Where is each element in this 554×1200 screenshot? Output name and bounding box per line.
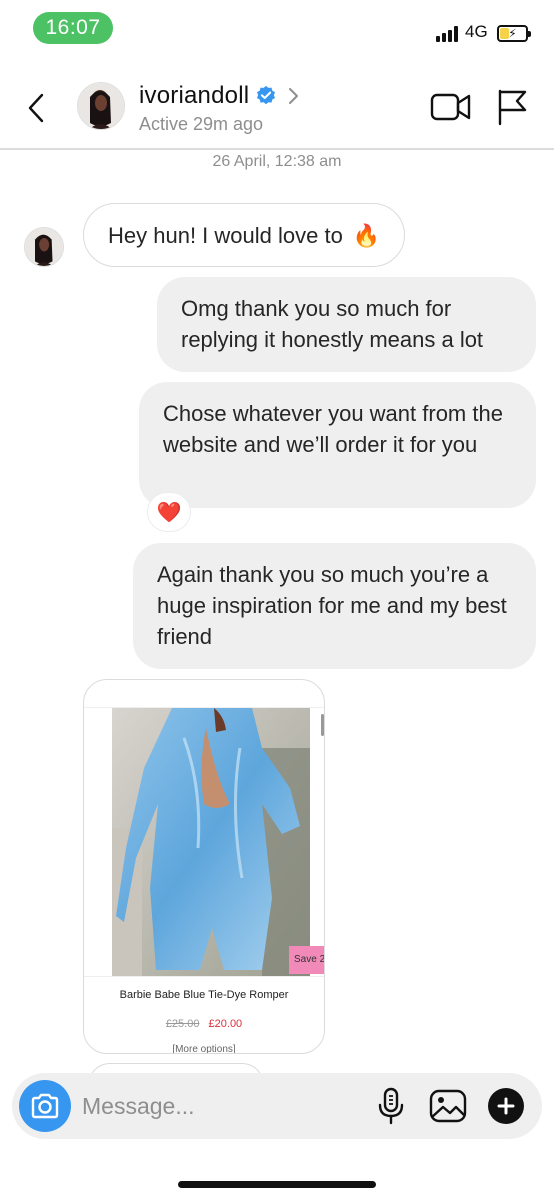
back-button[interactable] (16, 88, 56, 128)
message-composer (12, 1073, 542, 1139)
charging-bolt-icon: ⚡ (508, 25, 517, 40)
price-row: £25.00 £20.00 (84, 1018, 324, 1030)
gallery-icon (429, 1089, 467, 1123)
status-bar: 16:07 4G ⚡ (0, 0, 554, 60)
chevron-right-icon (289, 88, 299, 104)
chat-header: ivoriandoll Active 29m ago (0, 60, 554, 150)
profile-avatar[interactable] (77, 82, 125, 130)
report-button[interactable] (495, 88, 529, 126)
fire-emoji-icon: 🔥 (352, 222, 381, 248)
verified-badge-icon (257, 85, 276, 105)
message-bubble-sent[interactable]: Omg thank you so much for replying it ho… (157, 277, 536, 372)
more-actions-button[interactable] (488, 1088, 524, 1124)
message-bubble-received[interactable]: Hey hun! I would love to 🔥 (83, 203, 406, 267)
network-type: 4G (465, 22, 488, 41)
message-input[interactable] (82, 1090, 362, 1122)
status-time: 16:07 (33, 12, 113, 44)
cellular-signal-icon (436, 26, 460, 42)
home-indicator[interactable] (178, 1181, 376, 1188)
message-text: Again thank you so much you’re a huge in… (157, 562, 507, 649)
message-bubble-sent[interactable]: Again thank you so much you’re a huge in… (133, 543, 536, 669)
chevron-left-icon (28, 93, 44, 123)
sale-price: £20.00 (208, 1018, 243, 1030)
product-image[interactable] (112, 708, 310, 976)
card-divider (84, 976, 324, 977)
report-flag-icon (498, 89, 527, 126)
battery-icon: ⚡ (497, 25, 531, 42)
message-text: Chose whatever you want from the website… (163, 401, 503, 457)
original-price: £25.00 (165, 1018, 200, 1030)
plus-icon (497, 1097, 515, 1115)
voice-message-button[interactable] (376, 1087, 406, 1125)
active-status: Active 29m ago (139, 114, 264, 134)
video-call-button[interactable] (430, 90, 472, 124)
chat-timestamp: 26 April, 12:38 am (212, 153, 342, 170)
product-name[interactable]: Barbie Babe Blue Tie-Dye Romper (84, 989, 324, 1001)
shared-product-card[interactable]: Save 2 Barbie Babe Blue Tie-Dye Romper £… (83, 679, 325, 1054)
camera-button[interactable] (19, 1080, 71, 1132)
save-badge: Save 2 (289, 946, 324, 974)
scrollbar-thumb[interactable] (321, 714, 324, 736)
microphone-icon (378, 1087, 404, 1125)
camera-icon (31, 1093, 59, 1119)
message-text: Omg thank you so much for replying it ho… (181, 296, 484, 352)
sender-avatar[interactable] (24, 227, 64, 267)
more-options-link[interactable]: [More options] (84, 1044, 324, 1053)
message-text: Hey hun! I would love to (108, 222, 343, 248)
username: ivoriandoll (139, 82, 250, 109)
message-bubble-sent[interactable]: Chose whatever you want from the website… (139, 382, 536, 508)
gallery-button[interactable] (428, 1087, 468, 1125)
heart-icon: ❤️ (156, 501, 182, 524)
video-call-icon (430, 93, 471, 121)
username-row[interactable]: ivoriandoll (139, 82, 301, 110)
heart-reaction[interactable]: ❤️ (147, 492, 191, 532)
